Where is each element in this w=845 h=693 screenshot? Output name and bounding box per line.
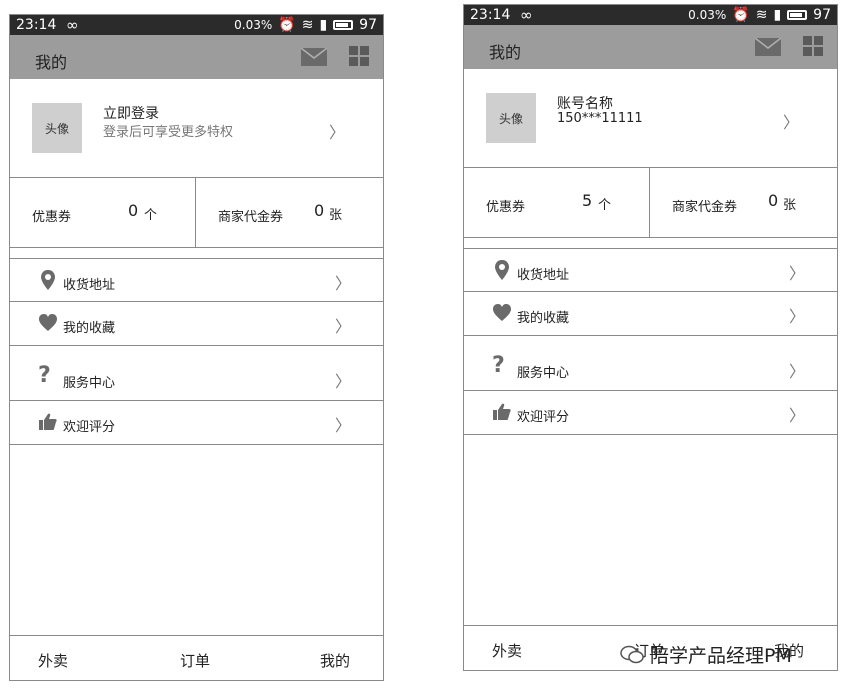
voucher-count: 0 [314, 201, 325, 220]
menu-label: 收货地址 [63, 278, 116, 293]
profile-row[interactable]: 头像 立即登录 登录后可享受更多特权 〉 [10, 79, 383, 178]
menu-item-favorites[interactable]: 我的收藏 〉 [10, 302, 383, 346]
thumbs-up-icon [39, 413, 57, 430]
login-title: 立即登录 [103, 106, 159, 122]
coupon-count: 5 [582, 191, 593, 210]
infinity-icon: ∞ [66, 16, 79, 34]
coupon-count: 0 [128, 201, 139, 220]
menu-label: 欢迎评分 [517, 410, 570, 425]
divider [195, 177, 196, 247]
question-mark-icon: ? [38, 363, 51, 388]
menu-label: 欢迎评分 [63, 420, 116, 435]
chevron-right-icon: 〉 [328, 123, 345, 142]
coupon-unit: 个 [144, 208, 158, 223]
data-usage-text: 0.03 [688, 8, 715, 22]
voucher-count: 0 [768, 191, 779, 210]
bottom-tab-bar: 外卖 订单 我的 [10, 635, 383, 680]
alarm-icon: ⏰ [278, 17, 296, 33]
data-usage-text: 0.03 [234, 18, 261, 32]
battery-icon [333, 20, 354, 30]
menu-item-rate[interactable]: 欢迎评分 〉 [464, 391, 837, 435]
page-title: 我的 [35, 53, 68, 72]
battery-level: 97 [359, 17, 377, 33]
chevron-right-icon: 〉 [788, 307, 805, 326]
tab-takeout[interactable]: 外卖 [492, 640, 522, 661]
location-pin-icon [495, 260, 509, 280]
coupon-unit: 个 [598, 198, 612, 213]
app-header: 我的 [464, 25, 837, 69]
avatar: 头像 [32, 103, 82, 153]
app-header: 我的 [10, 35, 383, 79]
coupon-label: 优惠券 [486, 200, 526, 215]
account-name: 账号名称 [557, 96, 613, 112]
avatar-label: 头像 [44, 121, 69, 136]
signal-icon: ▮ [773, 7, 782, 23]
status-bar: 23:14 ∞ 0.03% ⏰ ≋ ▮ 97 [464, 5, 837, 25]
thumbs-up-icon [493, 403, 511, 420]
chevron-right-icon: 〉 [334, 274, 351, 293]
menu-label: 我的收藏 [517, 311, 570, 326]
grid-icon[interactable] [349, 46, 369, 66]
avatar: 头像 [486, 93, 536, 143]
phone-screen-logged-out: 23:14 ∞ 0.03% ⏰ ≋ ▮ 97 我的 头像 立即登录 登录后可享受更… [9, 14, 384, 681]
menu-item-favorites[interactable]: 我的收藏 〉 [464, 292, 837, 336]
menu-label: 收货地址 [517, 268, 570, 283]
status-time: 23:14 [470, 7, 511, 23]
watermark-text: 陪学产品经理PM [650, 645, 792, 667]
grid-icon[interactable] [803, 36, 823, 56]
chevron-right-icon: 〉 [334, 317, 351, 336]
menu-item-service[interactable]: ? 服务中心 〉 [10, 357, 383, 401]
coupon-section: 优惠券 5 个 商家代金券 0 张 [464, 167, 837, 238]
voucher-label: 商家代金券 [218, 210, 284, 225]
heart-icon [39, 314, 57, 331]
avatar-label: 头像 [498, 111, 523, 126]
chevron-right-icon: 〉 [788, 362, 805, 381]
voucher-unit: 张 [783, 198, 797, 213]
menu-item-address[interactable]: 收货地址 〉 [10, 258, 383, 302]
infinity-icon: ∞ [520, 6, 533, 24]
menu-item-service[interactable]: ? 服务中心 〉 [464, 347, 837, 391]
menu-label: 我的收藏 [63, 321, 116, 336]
mail-icon[interactable] [755, 38, 781, 56]
battery-level: 97 [813, 7, 831, 23]
chevron-right-icon: 〉 [334, 416, 351, 435]
coupon-section: 优惠券 0 个 商家代金券 0 张 [10, 177, 383, 248]
status-time: 23:14 [16, 17, 57, 33]
signal-icon: ▮ [319, 17, 328, 33]
voucher-label: 商家代金券 [672, 200, 738, 215]
question-mark-icon: ? [492, 353, 505, 378]
alarm-icon: ⏰ [732, 7, 750, 23]
status-bar: 23:14 ∞ 0.03% ⏰ ≋ ▮ 97 [10, 15, 383, 35]
wifi-icon: ≋ [755, 7, 768, 23]
tab-takeout[interactable]: 外卖 [38, 650, 68, 671]
chevron-right-icon: 〉 [788, 264, 805, 283]
watermark: 陪学产品经理PM [620, 641, 792, 668]
wechat-icon [620, 645, 644, 663]
divider [649, 167, 650, 237]
wifi-icon: ≋ [301, 17, 314, 33]
menu-label: 服务中心 [63, 376, 116, 391]
coupon-label: 优惠券 [32, 210, 72, 225]
menu-item-address[interactable]: 收货地址 〉 [464, 248, 837, 292]
menu-label: 服务中心 [517, 366, 570, 381]
tab-mine[interactable]: 我的 [320, 650, 350, 671]
battery-icon [787, 10, 808, 20]
chevron-right-icon: 〉 [788, 406, 805, 425]
voucher-unit: 张 [329, 208, 343, 223]
mail-icon[interactable] [301, 48, 327, 66]
chevron-right-icon: 〉 [334, 372, 351, 391]
login-subtitle: 登录后可享受更多特权 [103, 125, 234, 140]
menu-item-rate[interactable]: 欢迎评分 〉 [10, 401, 383, 445]
location-pin-icon [41, 270, 55, 290]
tab-orders[interactable]: 订单 [180, 650, 210, 671]
chevron-right-icon: 〉 [782, 113, 799, 132]
account-phone: 150***11111 [557, 111, 643, 126]
profile-row[interactable]: 头像 账号名称 150***11111 〉 [464, 69, 837, 168]
phone-screen-logged-in: 23:14 ∞ 0.03% ⏰ ≋ ▮ 97 我的 头像 账号名称 150***1… [463, 4, 838, 671]
page-title: 我的 [489, 43, 522, 62]
heart-icon [493, 304, 511, 321]
